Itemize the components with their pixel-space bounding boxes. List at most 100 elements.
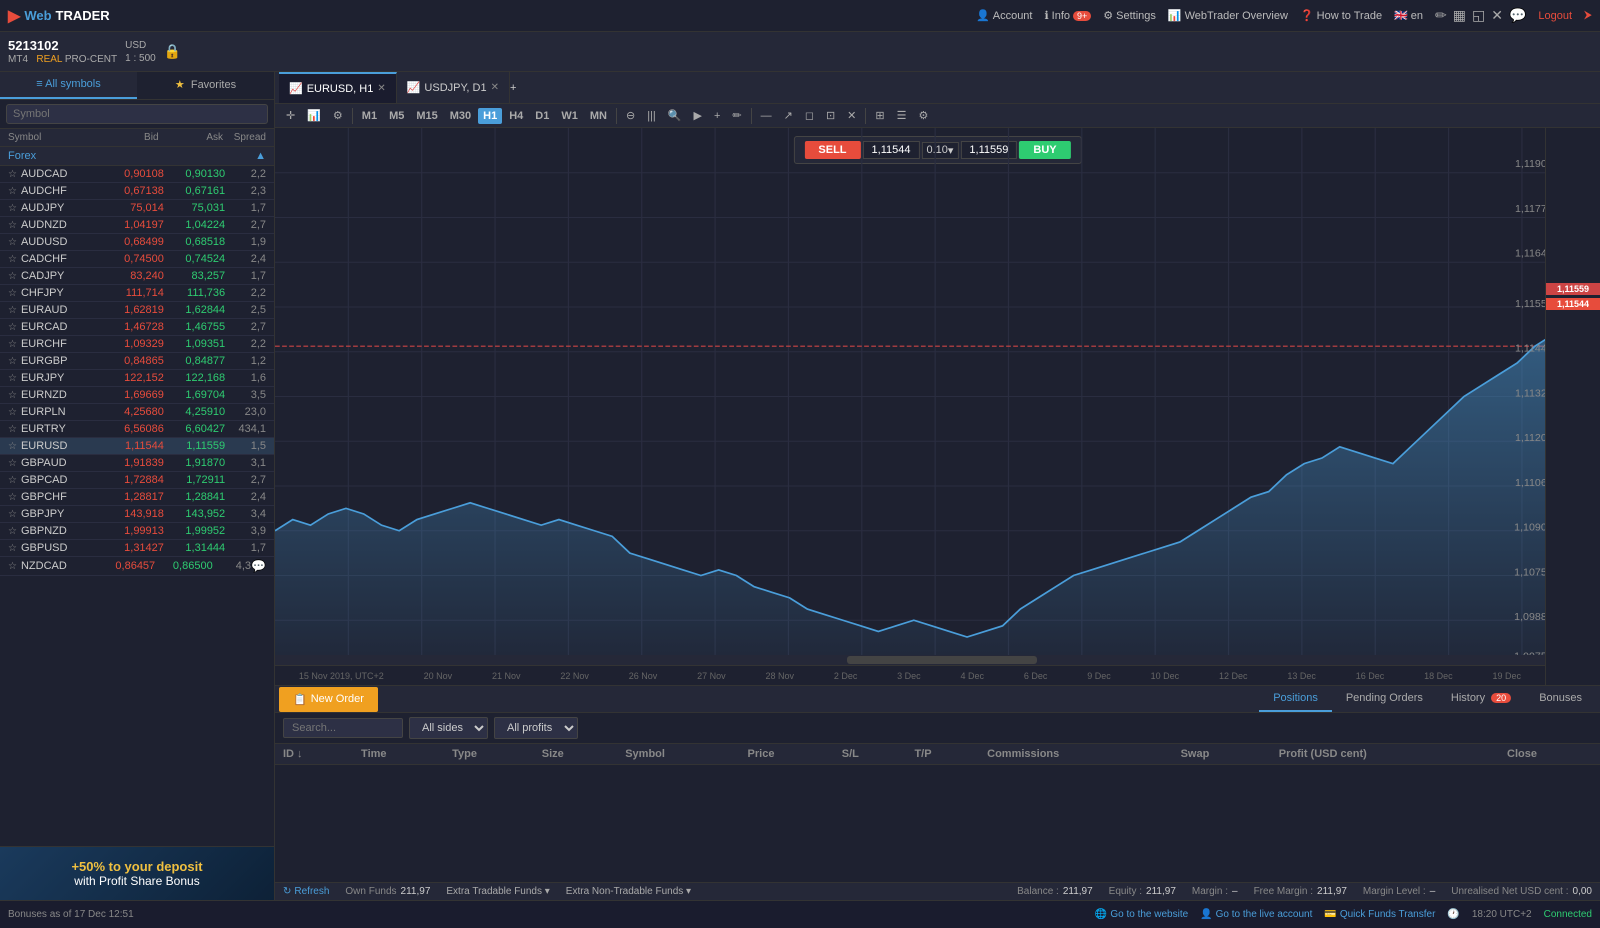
symbol-row-audjpy[interactable]: ☆ AUDJPY 75,014 75,031 1,7 (0, 200, 274, 217)
star-icon-audusd[interactable]: ☆ (8, 237, 17, 248)
close-chart-usdjpy[interactable]: ✕ (491, 82, 499, 93)
toolbar-zoom-out[interactable]: ⊖ (621, 107, 640, 124)
symbol-row-audcad[interactable]: ☆ AUDCAD 0,90108 0,90130 2,2 (0, 166, 274, 183)
col-sl[interactable]: S/L (834, 744, 907, 765)
chart-tab-usdjpy[interactable]: 📈 USDJPY, D1 ✕ (397, 72, 510, 103)
symbol-row-audusd[interactable]: ☆ AUDUSD 0,68499 0,68518 1,9 (0, 234, 274, 251)
chat-icon[interactable]: 💬 (1509, 7, 1526, 24)
refresh-button[interactable]: ↻ Refresh (283, 886, 329, 897)
tf-m1[interactable]: M1 (357, 108, 382, 124)
toolbar-line[interactable]: — (756, 108, 777, 124)
new-order-button[interactable]: 📋 New Order (279, 687, 378, 712)
nav-info[interactable]: ℹ Info 9+ (1044, 9, 1091, 22)
tab-all-symbols[interactable]: ≡ All symbols (0, 72, 137, 99)
star-icon-audchf[interactable]: ☆ (8, 186, 17, 197)
star-icon-gbpnzd[interactable]: ☆ (8, 526, 17, 537)
symbol-row-gbpnzd[interactable]: ☆ GBPNZD 1,99913 1,99952 3,9 (0, 523, 274, 540)
symbol-row-nzdcad[interactable]: ☆ NZDCAD 0,86457 0,86500 4,3 💬 (0, 557, 274, 576)
symbol-row-euraud[interactable]: ☆ EURAUD 1,62819 1,62844 2,5 (0, 302, 274, 319)
nav-language[interactable]: 🇬🇧 en (1394, 9, 1423, 22)
toolbar-trendline[interactable]: ↗ (779, 107, 798, 124)
nav-account[interactable]: 👤 Account (976, 9, 1032, 22)
symbol-row-eurusd[interactable]: ☆ EURUSD 1,11544 1,11559 1,5 (0, 438, 274, 455)
symbol-row-eurgbp[interactable]: ☆ EURGBP 0,84865 0,84877 1,2 (0, 353, 274, 370)
close-icon[interactable]: ✕ (1491, 7, 1503, 24)
toolbar-more[interactable]: ⚙ (913, 107, 933, 124)
star-icon-cadchf[interactable]: ☆ (8, 254, 17, 265)
positions-search-input[interactable] (283, 718, 403, 738)
star-icon-euraud[interactable]: ☆ (8, 305, 17, 316)
star-icon-eurcad[interactable]: ☆ (8, 322, 17, 333)
symbol-row-gbpusd[interactable]: ☆ GBPUSD 1,31427 1,31444 1,7 (0, 540, 274, 557)
toolbar-draw[interactable]: ✏ (727, 107, 746, 124)
star-icon-eurpln[interactable]: ☆ (8, 407, 17, 418)
symbol-search-input[interactable] (6, 104, 268, 124)
tf-w1[interactable]: W1 (556, 108, 583, 124)
tab-history[interactable]: History 20 (1437, 686, 1525, 712)
star-icon-nzdcad[interactable]: ☆ (8, 561, 17, 572)
col-tp[interactable]: T/P (906, 744, 979, 765)
tf-mn[interactable]: MN (585, 108, 612, 124)
star-icon-eurusd[interactable]: ☆ (8, 441, 17, 452)
toolbar-cursor[interactable]: ▶ (688, 107, 706, 124)
star-icon-eurtry[interactable]: ☆ (8, 424, 17, 435)
toolbar-candlestick[interactable]: 📊 (302, 107, 326, 124)
col-id[interactable]: ID ↓ (275, 744, 353, 765)
symbol-row-eurcad[interactable]: ☆ EURCAD 1,46728 1,46755 2,7 (0, 319, 274, 336)
toolbar-zoom-in[interactable]: 🔍 (663, 107, 687, 124)
close-chart-eurusd[interactable]: ✕ (377, 83, 385, 94)
star-icon-gbpusd[interactable]: ☆ (8, 543, 17, 554)
tab-pending-orders[interactable]: Pending Orders (1332, 686, 1437, 712)
symbol-row-gbpjpy[interactable]: ☆ GBPJPY 143,918 143,952 3,4 (0, 506, 274, 523)
tf-d1[interactable]: D1 (530, 108, 554, 124)
extra-tradable-button[interactable]: Extra Tradable Funds ▾ (446, 886, 549, 897)
star-icon-gbpjpy[interactable]: ☆ (8, 509, 17, 520)
chart-tab-eurusd[interactable]: 📈 EURUSD, H1 ✕ (279, 72, 397, 103)
symbol-row-audnzd[interactable]: ☆ AUDNZD 1,04197 1,04224 2,7 (0, 217, 274, 234)
star-icon-gbpaud[interactable]: ☆ (8, 458, 17, 469)
col-close[interactable]: Close (1499, 744, 1600, 765)
toolbar-crosshair2[interactable]: + (709, 108, 725, 124)
chart-scrollbar[interactable] (275, 655, 1545, 665)
chart-scrollbar-thumb[interactable] (847, 656, 1038, 664)
window-icon[interactable]: ◱ (1472, 7, 1485, 24)
nav-webtrader-overview[interactable]: 📊 WebTrader Overview (1168, 9, 1288, 22)
logout-button[interactable]: Logout (1538, 10, 1572, 22)
tf-m15[interactable]: M15 (411, 108, 442, 124)
col-symbol[interactable]: Symbol (617, 744, 739, 765)
sides-filter[interactable]: All sides All sidesBuySell (409, 717, 488, 739)
go-to-website-link[interactable]: 🌐 Go to the website (1095, 909, 1188, 920)
symbol-chat-icon[interactable]: 💬 (251, 559, 266, 573)
symbol-row-cadjpy[interactable]: ☆ CADJPY 83,240 83,257 1,7 (0, 268, 274, 285)
col-type[interactable]: Type (444, 744, 534, 765)
tab-favorites[interactable]: ★ Favorites (137, 72, 274, 99)
symbol-row-cadchf[interactable]: ☆ CADCHF 0,74500 0,74524 2,4 (0, 251, 274, 268)
star-icon-eurnzd[interactable]: ☆ (8, 390, 17, 401)
toolbar-indicators[interactable]: ⊞ (870, 107, 889, 124)
add-chart-button[interactable]: + (510, 82, 516, 94)
symbol-row-gbpchf[interactable]: ☆ GBPCHF 1,28817 1,28841 2,4 (0, 489, 274, 506)
profits-filter[interactable]: All profits All profitsProfitLoss (494, 717, 578, 739)
toolbar-crosshair[interactable]: ✛ (281, 107, 300, 124)
symbol-row-audchf[interactable]: ☆ AUDCHF 0,67138 0,67161 2,3 (0, 183, 274, 200)
tf-h1[interactable]: H1 (478, 108, 502, 124)
toolbar-settings[interactable]: ⚙ (328, 107, 348, 124)
col-time[interactable]: Time (353, 744, 444, 765)
toolbar-templates[interactable]: ☰ (892, 107, 912, 124)
tab-bonuses[interactable]: Bonuses (1525, 686, 1596, 712)
tf-m5[interactable]: M5 (384, 108, 409, 124)
nav-settings[interactable]: ⚙ Settings (1103, 9, 1156, 22)
extra-non-tradable-button[interactable]: Extra Non-Tradable Funds ▾ (566, 886, 691, 897)
grid-icon[interactable]: ▦ (1453, 7, 1466, 24)
toolbar-shapes[interactable]: ◻ (800, 107, 819, 124)
symbol-row-chfjpy[interactable]: ☆ CHFJPY 111,714 111,736 2,2 (0, 285, 274, 302)
symbol-row-eurnzd[interactable]: ☆ EURNZD 1,69669 1,69704 3,5 (0, 387, 274, 404)
star-icon-eurchf[interactable]: ☆ (8, 339, 17, 350)
tf-h4[interactable]: H4 (504, 108, 528, 124)
toolbar-zoom-bar[interactable]: ||| (642, 108, 661, 124)
lock-icon[interactable]: 🔒 (164, 43, 181, 60)
toolbar-fibonaci[interactable]: ⊡ (821, 107, 840, 124)
star-icon-gbpcad[interactable]: ☆ (8, 475, 17, 486)
go-to-live-link[interactable]: 👤 Go to the live account (1200, 909, 1312, 920)
symbol-row-gbpcad[interactable]: ☆ GBPCAD 1,72884 1,72911 2,7 (0, 472, 274, 489)
